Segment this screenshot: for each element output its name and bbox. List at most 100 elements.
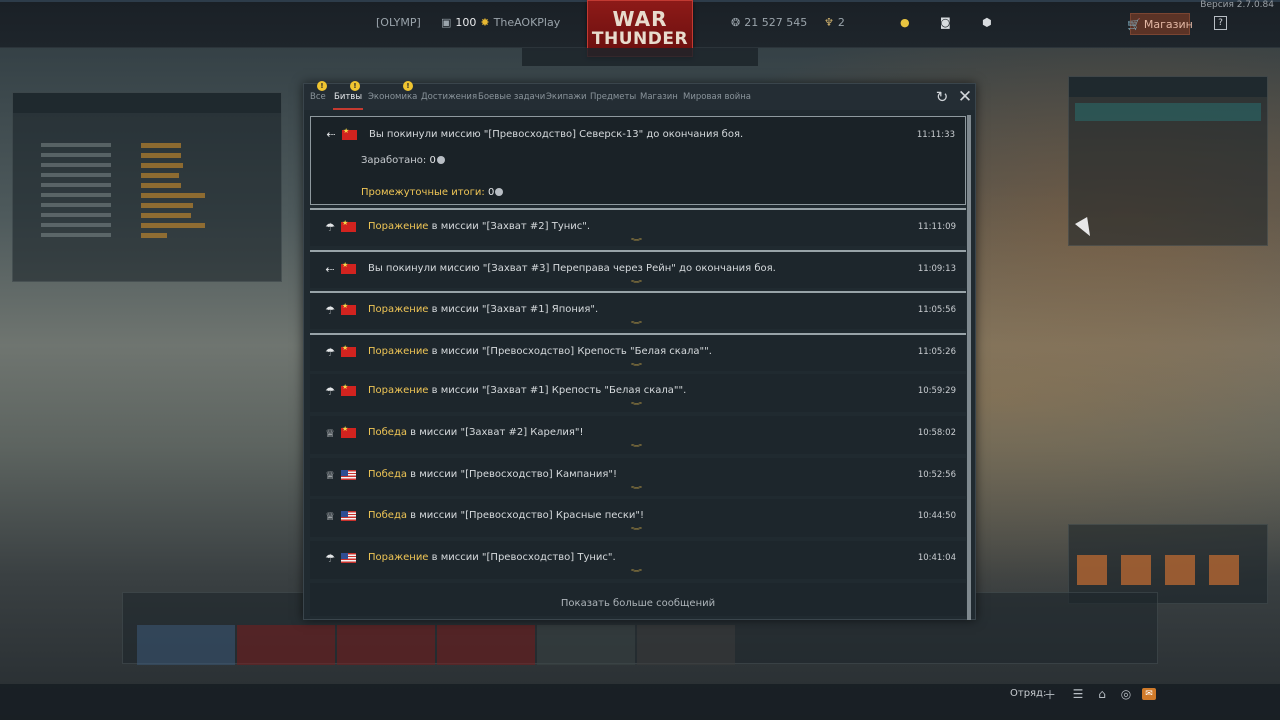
notification-time: 11:09:13 (917, 264, 956, 274)
tab-world-war[interactable]: Мировая война (682, 84, 752, 110)
notifications-dialog: Все ! Битвы ! Экономика ! Достижения Бое… (303, 81, 976, 620)
notification-text: Победа в миссии "[Превосходство] Кампани… (368, 469, 617, 480)
golden-eagle-icon: ♆ (824, 16, 834, 29)
notification-text: Поражение в миссии "[Превосходство] Креп… (368, 346, 712, 357)
background-hangar-panel-left (12, 92, 282, 282)
expand-chevron-icon[interactable]: ︾ (631, 526, 642, 536)
exit-icon: ⇠ (325, 263, 335, 276)
notification-text: Поражение в миссии "[Захват #2] Тунис". (368, 221, 591, 232)
result-label: Поражение (368, 304, 429, 315)
show-more-button[interactable]: Показать больше сообщений (310, 583, 966, 616)
silver-lions-icon: ❂ (731, 16, 741, 29)
alert-badge: ! (350, 81, 360, 91)
silver-lions-icon (436, 156, 445, 164)
tab-all[interactable]: Все ! (309, 81, 327, 110)
tab-achievements[interactable]: Достижения (420, 84, 478, 110)
expand-chevron-icon[interactable]: ︾ (631, 443, 642, 453)
expand-chevron-icon[interactable]: ︾ (631, 362, 642, 372)
notification-time: 10:44:50 (917, 511, 956, 521)
scrollbar-thumb[interactable] (967, 115, 971, 620)
notification-row[interactable]: ♕ Победа в миссии "[Превосходство] Кампан… (310, 458, 966, 496)
expand-chevron-icon[interactable]: ︾ (631, 568, 642, 578)
tab-shop[interactable]: Магазин (639, 84, 679, 110)
lightbulb-icon[interactable]: ● (900, 16, 910, 29)
expand-chevron-icon[interactable]: ︾ (631, 320, 642, 330)
squad-label: Отряд: (1010, 688, 1047, 699)
golden-eagles-balance[interactable]: ♆ 2 (824, 16, 845, 29)
alert-badge: ! (403, 81, 413, 91)
list-icon[interactable]: ☰ (1070, 686, 1086, 702)
tab-economy[interactable]: Экономика ! (367, 81, 418, 110)
notification-time: 10:52:56 (917, 470, 956, 480)
clan-tag[interactable]: [OLYMP] (376, 16, 421, 29)
tab-battles[interactable]: Битвы ! (333, 81, 364, 110)
china-flag-icon (341, 261, 356, 274)
parachute-icon: ☂ (325, 221, 335, 234)
notification-time: 11:05:56 (917, 305, 956, 315)
notification-row[interactable]: ☂ Поражение в миссии "[Превосходство] Кре… (310, 333, 966, 371)
logo-underbar (522, 48, 758, 66)
result-label: Поражение (368, 385, 429, 396)
player-level: 100 (455, 16, 477, 29)
notification-expanded[interactable]: ⇠ Вы покинули миссию "[Превосходство] Се… (310, 116, 966, 205)
refresh-icon[interactable]: ↻ (934, 89, 950, 105)
avatar-icon: ▣ (441, 16, 452, 29)
usa-flag-icon (341, 470, 356, 480)
mail-icon[interactable]: ✉ (1142, 688, 1156, 700)
notification-row[interactable]: ☂ Поражение в миссии "[Захват #1] Крепост… (310, 374, 966, 412)
earned-row: Заработано: 0 (361, 155, 445, 166)
notification-text: Поражение в миссии "[Превосходство] Туни… (368, 552, 616, 563)
parachute-icon: ☂ (325, 346, 335, 359)
china-flag-icon (341, 425, 356, 438)
silver-lions-balance[interactable]: ❂ 21 527 545 (731, 16, 807, 29)
notification-row[interactable]: ☂ Поражение в миссии "[Захват #1] Япония"… (310, 291, 966, 329)
settings-icon[interactable]: ⬢ (982, 16, 992, 29)
notification-text: Поражение в миссии "[Захват #1] Крепость… (368, 385, 687, 396)
notification-list: ⇠ Вы покинули миссию "[Превосходство] Се… (310, 116, 967, 616)
player-name: TheAOKPlay (493, 16, 561, 29)
notification-row[interactable]: ⇠ Вы покинули миссию "[Захват #3] Перепра… (310, 250, 966, 288)
result-label: Поражение (368, 221, 429, 232)
premium-icon[interactable]: ◙ (940, 16, 951, 29)
parachute-icon: ☂ (325, 304, 335, 317)
notification-time: 10:58:02 (917, 428, 956, 438)
notification-scrollbar[interactable] (967, 115, 971, 620)
expand-chevron-icon[interactable]: ︾ (631, 401, 642, 411)
player-profile[interactable]: ▣ 100 ✸ TheAOKPlay (441, 16, 560, 29)
notification-row[interactable]: ☂ Поражение в миссии "[Превосходство] Тун… (310, 541, 966, 579)
alert-badge: ! (317, 81, 327, 91)
shop-button[interactable]: 🛒 Магазин (1127, 13, 1193, 35)
expand-chevron-icon[interactable]: ︾ (631, 485, 642, 495)
star-icon: ✸ (480, 16, 490, 29)
notification-time: 10:59:29 (917, 386, 956, 396)
expand-chevron-icon[interactable]: ︾ (631, 237, 642, 247)
interim-row: Промежуточные итоги: 0 (361, 187, 504, 198)
notification-time: 10:41:04 (917, 553, 956, 563)
contacts-icon[interactable]: ⌂ (1094, 686, 1110, 702)
help-button[interactable]: ? (1214, 16, 1227, 30)
bottom-bar: Отряд: ＋ ☰ ⌂ ◎ ✉ (0, 684, 1280, 720)
trophy-icon: ♕ (325, 427, 335, 440)
notification-text: Вы покинули миссию "[Захват #3] Переправ… (368, 263, 776, 274)
exit-icon: ⇠ (326, 128, 336, 141)
tab-battle-tasks[interactable]: Боевые задачи (477, 84, 546, 110)
notification-tabs: Все ! Битвы ! Экономика ! Достижения Бое… (304, 81, 975, 110)
parachute-icon: ☂ (325, 385, 335, 398)
china-flag-icon (341, 219, 356, 232)
expand-chevron-icon[interactable]: ︾ (631, 279, 642, 289)
close-icon[interactable]: ✕ (957, 89, 973, 106)
notification-text: Победа в миссии "[Превосходство] Красные… (368, 510, 645, 521)
result-label: Победа (368, 469, 407, 480)
tab-crews[interactable]: Экипажи (545, 84, 588, 110)
notification-row[interactable]: ☂ Поражение в миссии "[Захват #2] Тунис".… (310, 208, 966, 246)
trophy-icon: ♕ (325, 510, 335, 523)
chat-icon[interactable]: ◎ (1118, 686, 1134, 702)
notification-time: 11:11:33 (916, 130, 955, 140)
result-label: Победа (368, 510, 407, 521)
china-flag-icon (341, 344, 356, 357)
notification-text: Победа в миссии "[Захват #2] Карелия"! (368, 427, 584, 438)
add-squad-member-icon[interactable]: ＋ (1042, 686, 1058, 702)
notification-row[interactable]: ♕ Победа в миссии "[Захват #2] Карелия"! 1… (310, 416, 966, 454)
notification-row[interactable]: ♕ Победа в миссии "[Превосходство] Красны… (310, 499, 966, 537)
tab-items[interactable]: Предметы (589, 84, 637, 110)
